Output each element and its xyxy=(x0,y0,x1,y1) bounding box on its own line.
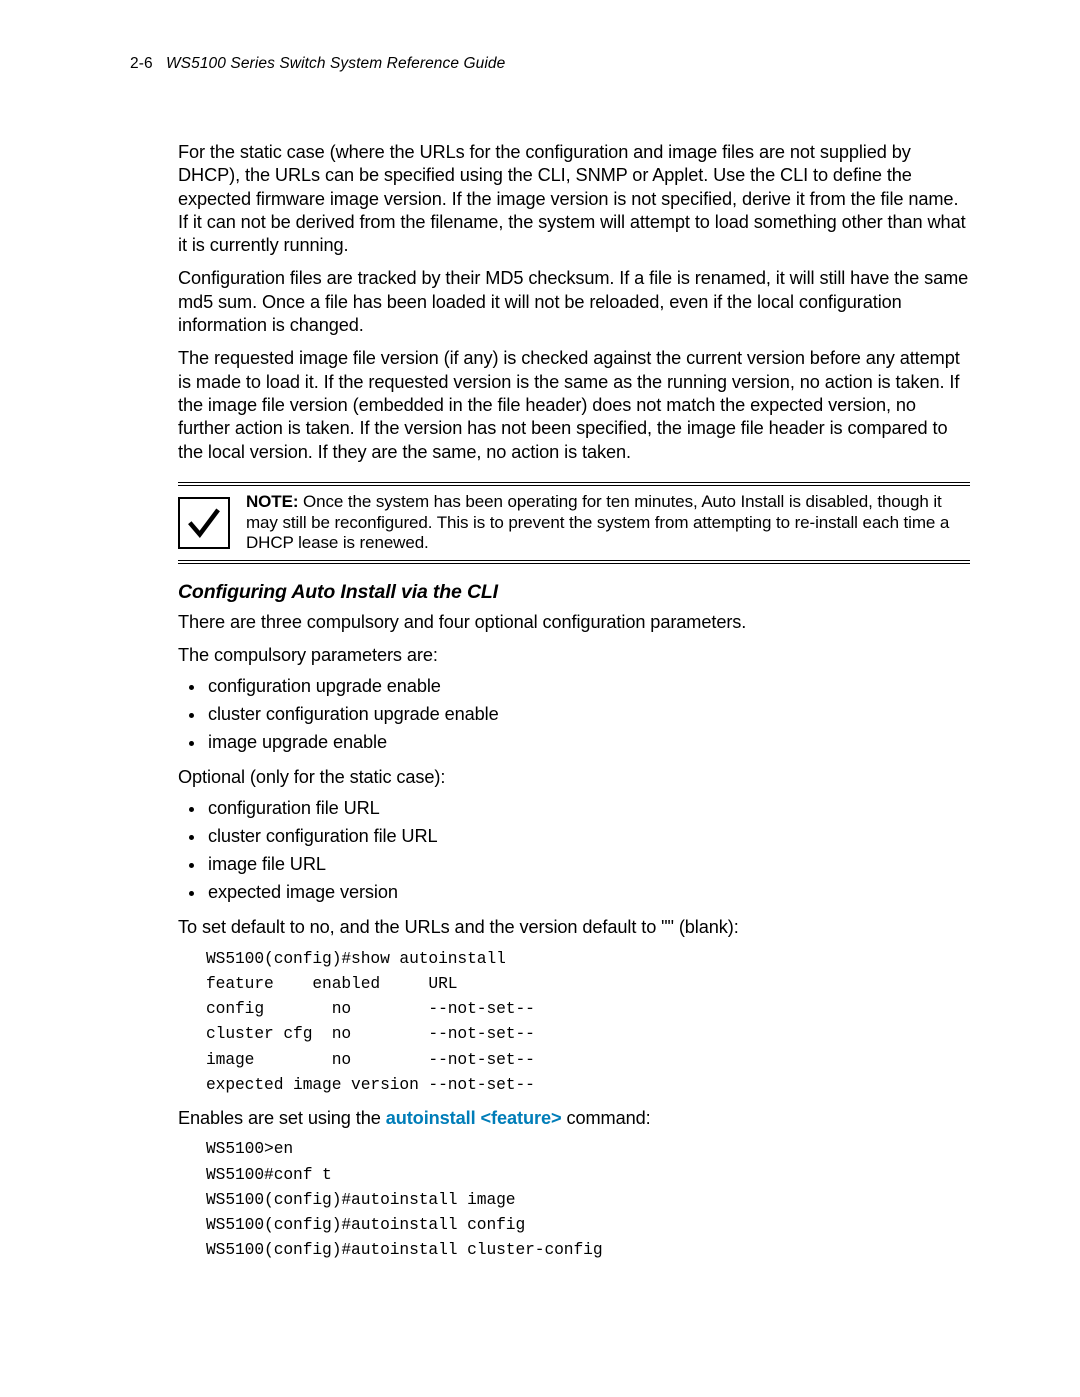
list-item: cluster configuration file URL xyxy=(206,822,970,850)
section-heading: Configuring Auto Install via the CLI xyxy=(178,580,970,605)
note-callout: NOTE: Once the system has been operating… xyxy=(178,482,970,564)
text: Enables are set using the xyxy=(178,1108,386,1128)
doc-title: WS5100 Series Switch System Reference Gu… xyxy=(166,55,505,72)
paragraph: The compulsory parameters are: xyxy=(178,644,970,667)
note-label: NOTE: xyxy=(246,492,298,511)
cli-output: WS5100(config)#show autoinstall feature … xyxy=(206,946,970,1098)
command-reference: autoinstall <feature> xyxy=(386,1108,562,1128)
paragraph: To set default to no, and the URLs and t… xyxy=(178,916,970,939)
compulsory-list: configuration upgrade enable cluster con… xyxy=(178,672,970,757)
list-item: image file URL xyxy=(206,850,970,878)
list-item: configuration file URL xyxy=(206,794,970,822)
cli-output: WS5100>en WS5100#conf t WS5100(config)#a… xyxy=(206,1136,970,1262)
list-item: cluster configuration upgrade enable xyxy=(206,700,970,728)
paragraph: Optional (only for the static case): xyxy=(178,766,970,789)
page-number: 2-6 xyxy=(130,55,153,72)
paragraph: Configuration files are tracked by their… xyxy=(178,267,970,337)
document-page: 2-6 WS5100 Series Switch System Referenc… xyxy=(0,0,1080,1397)
list-item: configuration upgrade enable xyxy=(206,672,970,700)
paragraph: Enables are set using the autoinstall <f… xyxy=(178,1107,970,1130)
check-icon xyxy=(178,497,230,549)
running-header: 2-6 WS5100 Series Switch System Referenc… xyxy=(130,55,970,73)
page-body: For the static case (where the URLs for … xyxy=(178,141,970,1263)
paragraph: The requested image file version (if any… xyxy=(178,347,970,463)
note-body: Once the system has been operating for t… xyxy=(246,492,949,552)
optional-list: configuration file URL cluster configura… xyxy=(178,794,970,907)
paragraph: There are three compulsory and four opti… xyxy=(178,611,970,634)
text: command: xyxy=(562,1108,651,1128)
list-item: expected image version xyxy=(206,878,970,906)
paragraph: For the static case (where the URLs for … xyxy=(178,141,970,257)
note-text: NOTE: Once the system has been operating… xyxy=(246,492,970,554)
list-item: image upgrade enable xyxy=(206,728,970,756)
